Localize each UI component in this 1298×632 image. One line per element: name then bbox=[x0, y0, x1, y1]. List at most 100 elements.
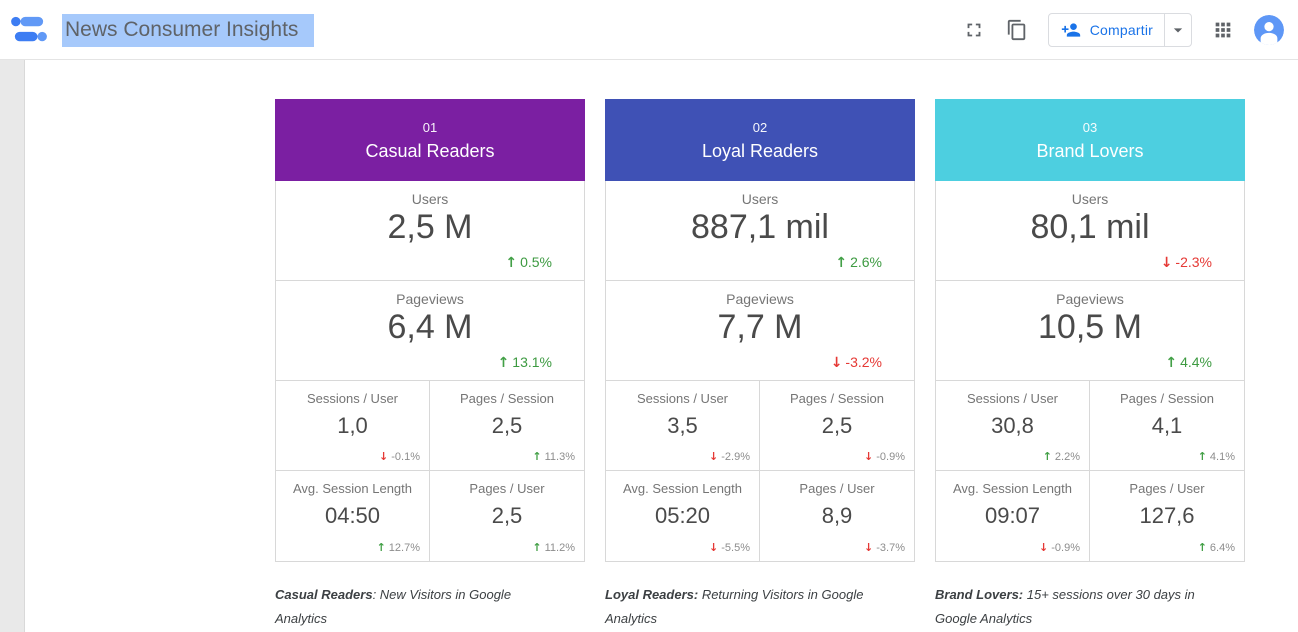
cell-value: 05:20 bbox=[606, 503, 759, 529]
chevron-down-icon bbox=[1168, 20, 1188, 40]
metric-value: 10,5 M bbox=[936, 308, 1244, 347]
header-actions: Compartir bbox=[962, 13, 1284, 47]
card-body: Users 887,1 mil 2.6% Pageviews 7,7 M -3.… bbox=[605, 181, 915, 562]
cell-delta: 4.1% bbox=[1198, 450, 1235, 463]
metric-label: Pageviews bbox=[936, 281, 1244, 307]
metric-pageviews: Pageviews 6,4 M 13.1% bbox=[276, 281, 584, 381]
metric-label: Users bbox=[936, 181, 1244, 207]
card-header: 03 Brand Lovers bbox=[935, 99, 1245, 181]
metric-label: Pageviews bbox=[276, 281, 584, 307]
cell-value: 127,6 bbox=[1090, 503, 1244, 529]
report-title-text: News Consumer Insights bbox=[62, 14, 314, 47]
cell-delta: -5.5% bbox=[709, 541, 750, 554]
metric-users: Users 2,5 M 0.5% bbox=[276, 181, 584, 281]
scorecard-loyal-readers: 02 Loyal Readers Users 887,1 mil 2.6% Pa… bbox=[605, 99, 915, 631]
metric-avg-session-length: Avg. Session Length 05:20 -5.5% bbox=[606, 471, 760, 561]
metric-sessions-per-user: Sessions / User 3,5 -2.9% bbox=[606, 381, 760, 471]
user-avatar-icon bbox=[1254, 15, 1284, 45]
fullscreen-icon bbox=[963, 19, 985, 41]
cell-label: Pages / Session bbox=[430, 381, 584, 406]
metric-sessions-per-user: Sessions / User 1,0 -0.1% bbox=[276, 381, 430, 471]
metric-delta: 2.6% bbox=[835, 254, 882, 271]
apps-grid-button[interactable] bbox=[1211, 18, 1235, 42]
metric-value: 2,5 M bbox=[276, 208, 584, 247]
metric-delta: -3.2% bbox=[831, 354, 882, 371]
metric-pages-per-session: Pages / Session 2,5 -0.9% bbox=[760, 381, 914, 471]
scorecard-casual-readers: 01 Casual Readers Users 2,5 M 0.5% Pagev… bbox=[275, 99, 585, 631]
cell-delta: -0.1% bbox=[379, 450, 420, 463]
cell-label: Pages / User bbox=[760, 471, 914, 496]
card-title: Loyal Readers bbox=[702, 142, 818, 160]
metric-label: Users bbox=[606, 181, 914, 207]
share-button-main[interactable]: Compartir bbox=[1049, 20, 1164, 40]
cell-delta: 2.2% bbox=[1043, 450, 1080, 463]
cell-value: 2,5 bbox=[430, 413, 584, 439]
cell-value: 2,5 bbox=[430, 503, 584, 529]
cell-label: Sessions / User bbox=[936, 381, 1089, 406]
cell-value: 4,1 bbox=[1090, 413, 1244, 439]
cell-label: Pages / User bbox=[430, 471, 584, 496]
copy-report-button[interactable] bbox=[1005, 18, 1029, 42]
card-number: 01 bbox=[423, 121, 437, 134]
fullscreen-button[interactable] bbox=[962, 18, 986, 42]
card-footnote: Loyal Readers: Returning Visitors in Goo… bbox=[605, 583, 893, 631]
cell-label: Avg. Session Length bbox=[936, 471, 1089, 496]
footnote-term: Casual Readers bbox=[275, 587, 373, 602]
metric-delta: 0.5% bbox=[505, 254, 552, 271]
card-footnote: Brand Lovers: 15+ sessions over 30 days … bbox=[935, 583, 1223, 631]
cell-delta: 12.7% bbox=[377, 541, 420, 554]
cell-label: Pages / Session bbox=[1090, 381, 1244, 406]
cell-label: Pages / Session bbox=[760, 381, 914, 406]
footnote-term: Loyal Readers: bbox=[605, 587, 698, 602]
scorecard-brand-lovers: 03 Brand Lovers Users 80,1 mil -2.3% Pag… bbox=[935, 99, 1245, 631]
cell-value: 30,8 bbox=[936, 413, 1089, 439]
share-button[interactable]: Compartir bbox=[1048, 13, 1192, 47]
card-footnote: Casual Readers: New Visitors in Google A… bbox=[275, 583, 563, 631]
card-header: 02 Loyal Readers bbox=[605, 99, 915, 181]
user-avatar[interactable] bbox=[1254, 15, 1284, 45]
metric-pageviews: Pageviews 7,7 M -3.2% bbox=[606, 281, 914, 381]
metric-grid: Sessions / User 1,0 -0.1% Pages / Sessio… bbox=[276, 381, 584, 561]
metric-users: Users 80,1 mil -2.3% bbox=[936, 181, 1244, 281]
app-header: News Consumer Insights Compartir bbox=[0, 0, 1298, 60]
person-add-icon bbox=[1061, 20, 1081, 40]
metric-sessions-per-user: Sessions / User 30,8 2.2% bbox=[936, 381, 1090, 471]
cell-value: 3,5 bbox=[606, 413, 759, 439]
share-button-label: Compartir bbox=[1090, 22, 1153, 38]
cell-delta: 6.4% bbox=[1198, 541, 1235, 554]
metric-pages-per-user: Pages / User 2,5 11.2% bbox=[430, 471, 584, 561]
canvas-left-gutter bbox=[0, 60, 25, 632]
cell-value: 8,9 bbox=[760, 503, 914, 529]
cell-delta: -3.7% bbox=[864, 541, 905, 554]
data-studio-logo-icon[interactable] bbox=[10, 13, 50, 47]
card-number: 02 bbox=[753, 121, 767, 134]
cell-label: Pages / User bbox=[1090, 471, 1244, 496]
footnote-term: Brand Lovers: bbox=[935, 587, 1023, 602]
card-body: Users 2,5 M 0.5% Pageviews 6,4 M 13.1% S… bbox=[275, 181, 585, 562]
metric-pageviews: Pageviews 10,5 M 4.4% bbox=[936, 281, 1244, 381]
cell-value: 2,5 bbox=[760, 413, 914, 439]
apps-grid-icon bbox=[1212, 19, 1234, 41]
metric-pages-per-session: Pages / Session 2,5 11.3% bbox=[430, 381, 584, 471]
share-dropdown-caret[interactable] bbox=[1165, 20, 1191, 40]
metric-pages-per-user: Pages / User 127,6 6.4% bbox=[1090, 471, 1244, 561]
metric-avg-session-length: Avg. Session Length 09:07 -0.9% bbox=[936, 471, 1090, 561]
metric-label: Users bbox=[276, 181, 584, 207]
metric-pages-per-user: Pages / User 8,9 -3.7% bbox=[760, 471, 914, 561]
metric-delta: -2.3% bbox=[1161, 254, 1212, 271]
metric-users: Users 887,1 mil 2.6% bbox=[606, 181, 914, 281]
report-title[interactable]: News Consumer Insights bbox=[62, 18, 314, 42]
metric-value: 80,1 mil bbox=[936, 208, 1244, 247]
cell-label: Sessions / User bbox=[276, 381, 429, 406]
copy-pages-icon bbox=[1006, 19, 1028, 41]
cell-value: 09:07 bbox=[936, 503, 1089, 529]
cell-label: Avg. Session Length bbox=[606, 471, 759, 496]
cell-delta: 11.3% bbox=[532, 450, 575, 463]
metric-label: Pageviews bbox=[606, 281, 914, 307]
cell-value: 1,0 bbox=[276, 413, 429, 439]
metric-delta: 4.4% bbox=[1165, 354, 1212, 371]
cell-value: 04:50 bbox=[276, 503, 429, 529]
cell-delta: -0.9% bbox=[1039, 541, 1080, 554]
card-number: 03 bbox=[1083, 121, 1097, 134]
metric-grid: Sessions / User 3,5 -2.9% Pages / Sessio… bbox=[606, 381, 914, 561]
